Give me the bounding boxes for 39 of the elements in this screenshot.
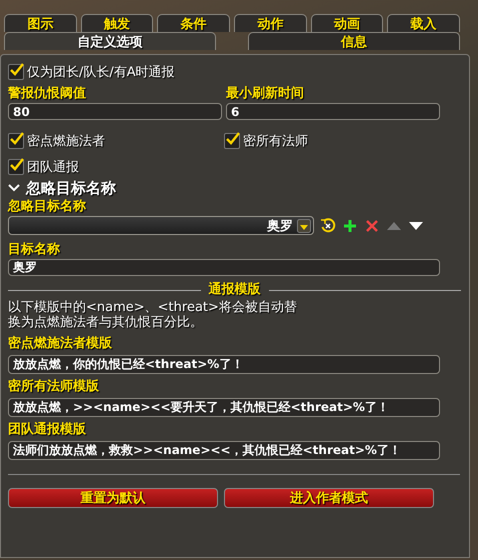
description: 以下模版中的<name>、<threat>将会被自动替换为点燃施法者与其仇恨百分比。 [8,300,298,330]
tab[interactable]: 动作 [234,14,307,32]
chevron-icon[interactable] [8,184,20,192]
checkbox[interactable] [8,133,24,149]
checkbox-label: 团队通报 [27,159,79,176]
field-label: 密所有法师模版 [8,378,100,396]
section-title: 通报模版 [208,281,260,299]
input-field[interactable]: 法师们放放点燃，救救>><name><<，其仇恨已经<threat>%了！ [8,441,440,460]
tab[interactable]: 自定义选项 [4,32,216,50]
checkbox-label: 密点燃施法者 [27,133,105,150]
checkbox-label: 仅为团长/队长/有A时通报 [27,64,175,81]
checkbox-label: 密所有法师 [243,133,308,150]
input-field[interactable]: 80 [8,103,222,120]
checkbox[interactable] [224,133,240,149]
input-field[interactable]: 放放点燃，>><name><<要升天了，其仇恨已经<threat>%了！ [8,398,440,417]
input-field[interactable]: 奥罗 [8,259,440,276]
field-label: 忽略目标名称 [8,198,87,216]
action-button[interactable]: 重置为默认 [8,488,218,508]
tab[interactable]: 触发 [80,14,154,32]
tab[interactable]: 动画 [310,14,384,32]
input-field[interactable]: 6 [226,103,440,120]
field-label: 目标名称 [8,241,61,259]
field-label: 警报仇恨阈值 [8,85,87,103]
tab[interactable]: 条件 [157,14,230,32]
field-label: 团队通报模版 [8,421,87,439]
checkbox[interactable] [8,64,24,80]
delete-icon[interactable] [364,218,380,234]
field-label: 最小刷新时间 [226,85,305,103]
field-label: 密点燃施法者模版 [8,335,113,353]
tab[interactable]: 载入 [387,14,460,32]
group-title[interactable]: 忽略目标名称 [26,178,116,198]
add-icon[interactable] [342,218,358,234]
reset-icon[interactable] [320,218,336,234]
input-field[interactable]: 放放点燃，你的仇恨已经<threat>%了！ [8,355,440,374]
checkbox[interactable] [8,159,24,175]
tab[interactable]: 图示 [4,14,77,32]
dropdown[interactable]: 奥罗 [8,216,314,235]
action-button[interactable]: 进入作者模式 [224,488,434,508]
tab[interactable]: 信息 [248,32,460,50]
